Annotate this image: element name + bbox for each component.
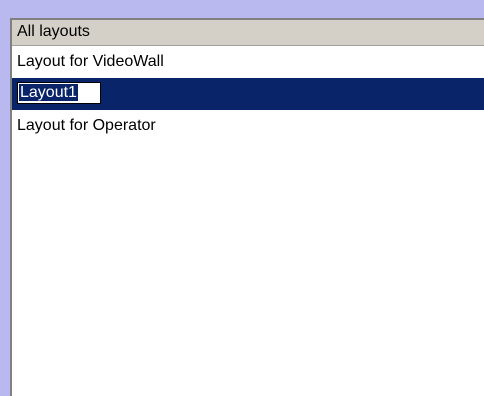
frame-top-edge xyxy=(0,0,484,18)
list-item-layout-for-videowall[interactable]: Layout for VideoWall xyxy=(12,46,484,78)
list-item-layout1[interactable]: Layout1 xyxy=(12,78,484,110)
window-frame: All layouts Layout for VideoWall Layout1… xyxy=(0,0,484,396)
frame-left-edge xyxy=(0,0,10,396)
column-header-all-layouts[interactable]: All layouts xyxy=(12,20,484,46)
layouts-list[interactable]: All layouts Layout for VideoWall Layout1… xyxy=(10,18,484,396)
list-item-label: Layout for Operator xyxy=(17,117,156,134)
list-item-label: Layout for VideoWall xyxy=(17,53,164,70)
list-body: Layout for VideoWall Layout1 Layout for … xyxy=(12,46,484,142)
rename-input-text: Layout1 xyxy=(19,84,78,101)
list-item-layout-for-operator[interactable]: Layout for Operator xyxy=(12,110,484,142)
rename-input[interactable]: Layout1 xyxy=(17,82,101,104)
